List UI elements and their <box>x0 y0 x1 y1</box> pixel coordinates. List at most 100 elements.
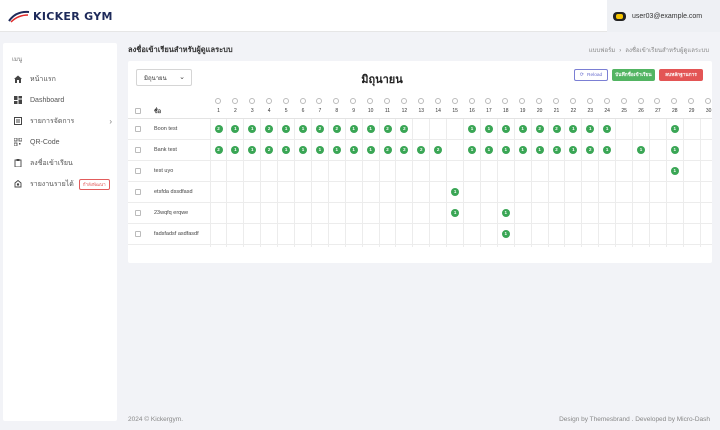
day-select-radio[interactable] <box>248 98 255 104</box>
attendance-mark[interactable]: 1 <box>468 125 476 133</box>
attendance-mark[interactable]: 1 <box>484 125 493 133</box>
month-select[interactable]: มิถุนายน ⌄ <box>136 69 192 86</box>
attendance-mark[interactable]: 2 <box>214 146 223 154</box>
day-select-radio[interactable] <box>367 98 374 104</box>
attendance-mark[interactable]: 2 <box>417 146 426 154</box>
day-select-radio[interactable] <box>434 98 441 104</box>
day-select-radio[interactable] <box>451 98 458 104</box>
day-select-radio[interactable] <box>468 98 475 104</box>
day-select-radio[interactable] <box>620 98 627 104</box>
attendance-mark[interactable]: 1 <box>586 125 595 133</box>
day-select-radio[interactable] <box>688 98 695 104</box>
sidebar-item-home[interactable]: หน้าแรก <box>14 73 114 85</box>
attendance-mark[interactable]: 1 <box>366 146 375 154</box>
day-select-radio[interactable] <box>603 98 610 104</box>
day-select-radio[interactable] <box>485 98 492 104</box>
attendance-mark[interactable]: 1 <box>248 125 257 133</box>
attendance-mark[interactable]: 1 <box>468 146 476 154</box>
row-checkbox[interactable] <box>135 210 141 216</box>
day-select-radio[interactable] <box>586 98 593 104</box>
row-checkbox[interactable] <box>135 168 141 174</box>
row-checkbox[interactable] <box>135 147 141 153</box>
attendance-mark[interactable]: 1 <box>282 146 291 154</box>
attendance-mark[interactable]: 2 <box>552 146 561 154</box>
attendance-mark[interactable]: 2 <box>214 125 223 133</box>
attendance-mark[interactable]: 1 <box>569 125 578 133</box>
sidebar-item-checkin[interactable]: ลงชื่อเข้าเรียน <box>14 157 114 169</box>
attendance-mark[interactable]: 1 <box>535 146 544 154</box>
day-select-radio[interactable] <box>215 98 221 104</box>
day-select-radio[interactable] <box>299 98 306 104</box>
day-select-radio[interactable] <box>569 98 576 104</box>
attendance-mark[interactable]: 1 <box>569 146 578 154</box>
row-checkbox[interactable] <box>135 231 141 237</box>
attendance-mark[interactable]: 2 <box>265 146 274 154</box>
attendance-mark[interactable]: 2 <box>552 125 561 133</box>
attendance-mark[interactable]: 1 <box>332 146 341 154</box>
brand-logo[interactable]: KICKER GYM <box>8 7 113 25</box>
attendance-mark[interactable]: 2 <box>265 125 274 133</box>
attendance-mark[interactable]: 1 <box>248 146 257 154</box>
row-checkbox[interactable] <box>135 126 141 132</box>
attendance-mark[interactable]: 1 <box>501 209 510 217</box>
attendance-mark[interactable]: 1 <box>231 125 240 133</box>
sidebar-item-revenue-report[interactable]: รายงานรายได้ กำลังพัฒนา <box>14 178 114 190</box>
select-all-checkbox[interactable] <box>135 108 141 114</box>
day-select-radio[interactable] <box>553 98 559 104</box>
attendance-mark[interactable]: 1 <box>670 167 679 175</box>
day-select-radio[interactable] <box>400 98 407 104</box>
attendance-mark[interactable]: 1 <box>518 125 527 133</box>
attendance-mark[interactable]: 1 <box>637 146 645 154</box>
reload-button[interactable]: ⟳ Reload <box>574 69 608 81</box>
attendance-mark[interactable]: 1 <box>501 146 510 154</box>
attendance-mark[interactable]: 1 <box>603 125 612 133</box>
attendance-mark[interactable]: 1 <box>501 230 510 238</box>
attendance-mark[interactable]: 1 <box>315 146 324 154</box>
attendance-mark[interactable]: 2 <box>383 146 392 154</box>
attendance-mark[interactable]: 1 <box>299 146 307 154</box>
attendance-mark[interactable]: 1 <box>366 125 375 133</box>
attendance-mark[interactable]: 1 <box>484 146 493 154</box>
day-select-radio[interactable] <box>417 98 424 104</box>
day-select-radio[interactable] <box>316 98 323 104</box>
day-select-radio[interactable] <box>350 98 357 104</box>
attendance-mark[interactable]: 1 <box>451 188 460 196</box>
sidebar-item-manage[interactable]: รายการจัดการ › <box>14 115 114 127</box>
delete-record-button[interactable]: ลบหลักฐานการ <box>659 69 703 81</box>
day-select-radio[interactable] <box>637 98 644 104</box>
attendance-mark[interactable]: 1 <box>603 146 612 154</box>
attendance-mark[interactable]: 2 <box>332 125 341 133</box>
day-select-radio[interactable] <box>671 98 678 104</box>
attendance-mark[interactable]: 1 <box>670 146 679 154</box>
breadcrumb-item[interactable]: แบบฟอร์ม <box>589 48 616 54</box>
attendance-mark[interactable]: 1 <box>518 146 527 154</box>
row-checkbox[interactable] <box>135 189 141 195</box>
attendance-mark[interactable]: 2 <box>315 125 324 133</box>
attendance-mark[interactable]: 1 <box>282 125 291 133</box>
day-select-radio[interactable] <box>265 98 272 104</box>
user-menu[interactable]: user03@example.com <box>607 0 720 32</box>
attendance-mark[interactable]: 1 <box>451 209 460 217</box>
attendance-mark[interactable]: 1 <box>501 125 510 133</box>
attendance-mark[interactable]: 1 <box>349 146 358 154</box>
attendance-mark[interactable]: 2 <box>535 125 544 133</box>
attendance-mark[interactable]: 2 <box>400 125 409 133</box>
attendance-mark[interactable]: 2 <box>586 146 595 154</box>
day-select-radio[interactable] <box>231 98 238 104</box>
day-select-radio[interactable] <box>282 98 289 104</box>
sidebar-item-dashboard[interactable]: Dashboard <box>14 94 114 106</box>
attendance-mark[interactable]: 2 <box>400 146 409 154</box>
day-select-radio[interactable] <box>705 98 712 104</box>
save-checkin-button[interactable]: บันทึกชื่อเข้าเรียน <box>612 69 655 81</box>
day-select-radio[interactable] <box>519 98 526 104</box>
attendance-mark[interactable]: 1 <box>231 146 240 154</box>
day-select-radio[interactable] <box>502 98 509 104</box>
attendance-mark[interactable]: 1 <box>670 125 679 133</box>
attendance-mark[interactable]: 2 <box>434 146 443 154</box>
day-select-radio[interactable] <box>333 98 340 104</box>
day-select-radio[interactable] <box>654 98 661 104</box>
attendance-mark[interactable]: 2 <box>383 125 392 133</box>
day-select-radio[interactable] <box>536 98 543 104</box>
attendance-mark[interactable]: 1 <box>349 125 358 133</box>
sidebar-item-qr[interactable]: QR-Code <box>14 136 114 148</box>
